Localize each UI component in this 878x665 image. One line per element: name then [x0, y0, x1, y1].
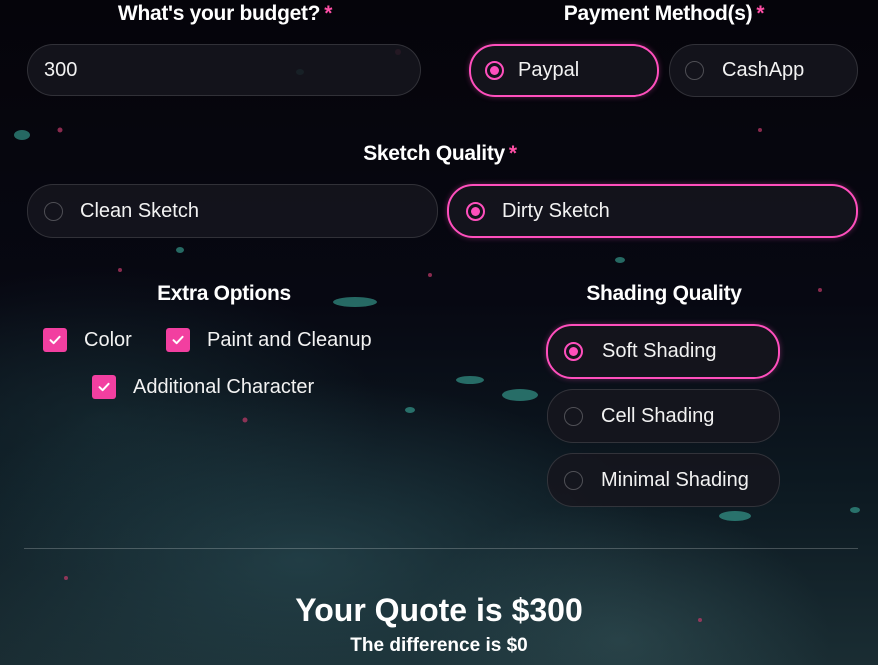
radio-icon: [44, 201, 63, 221]
sketch-option-clean[interactable]: Clean Sketch: [27, 184, 438, 238]
payment-option-label: Paypal: [518, 59, 580, 81]
shading-label: Shading Quality: [586, 282, 742, 305]
shading-option-minimal[interactable]: Minimal Shading: [547, 453, 780, 507]
extra-option-additional-character[interactable]: Additional Character: [92, 375, 314, 399]
radio-icon: [564, 470, 583, 490]
sketch-label: Sketch Quality *: [363, 142, 517, 165]
quote-difference: The difference is $0: [350, 635, 528, 656]
radio-icon: [685, 61, 704, 80]
radio-selected-icon: [564, 342, 583, 361]
payment-label: Payment Method(s) *: [563, 2, 765, 25]
payment-option-cashapp[interactable]: CashApp: [669, 44, 858, 97]
radio-selected-icon: [466, 201, 485, 221]
budget-label: What's your budget? *: [117, 2, 333, 25]
extra-option-label: Paint and Cleanup: [207, 328, 372, 351]
section-divider: [24, 548, 858, 549]
shading-option-label: Minimal Shading: [601, 468, 749, 491]
required-mark: *: [324, 2, 333, 25]
shading-option-label: Soft Shading: [602, 340, 717, 362]
required-mark: *: [508, 142, 517, 165]
shading-option-cell[interactable]: Cell Shading: [547, 389, 780, 443]
sketch-option-label: Dirty Sketch: [502, 199, 610, 222]
checkbox-checked-icon: [92, 375, 116, 399]
payment-option-paypal[interactable]: Paypal: [469, 44, 659, 97]
checkbox-checked-icon: [166, 328, 190, 352]
extra-option-label: Additional Character: [133, 375, 315, 398]
radio-selected-icon: [485, 61, 504, 80]
sketch-option-dirty[interactable]: Dirty Sketch: [447, 184, 858, 238]
shading-option-label: Cell Shading: [601, 404, 715, 427]
quote-total: Your Quote is $300: [295, 592, 583, 628]
extra-option-color[interactable]: Color: [43, 328, 132, 352]
checkbox-checked-icon: [43, 328, 67, 352]
extras-label: Extra Options: [157, 282, 291, 305]
sketch-option-label: Clean Sketch: [80, 199, 199, 222]
payment-option-label: CashApp: [722, 59, 805, 81]
required-mark: *: [756, 2, 765, 25]
extra-option-label: Color: [84, 328, 132, 351]
budget-input[interactable]: [27, 44, 421, 96]
extra-option-paint-cleanup[interactable]: Paint and Cleanup: [166, 328, 372, 352]
radio-icon: [564, 406, 583, 426]
shading-option-soft[interactable]: Soft Shading: [546, 324, 780, 379]
